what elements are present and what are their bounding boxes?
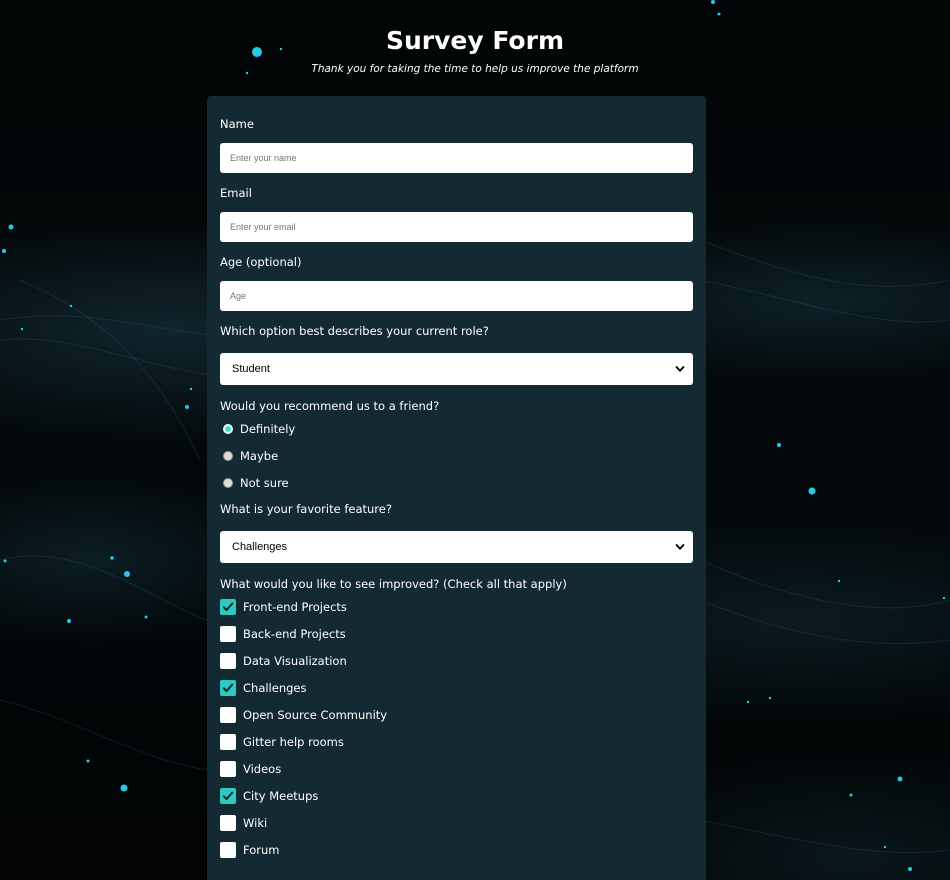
checkbox-checked[interactable] [220,680,236,696]
checkbox-option[interactable]: Back-end Projects [220,622,693,646]
checkbox-label: Data Visualization [243,654,347,668]
radio-option-maybe[interactable]: Maybe [220,444,693,468]
checkbox-label: Back-end Projects [243,627,346,641]
checkbox-option[interactable]: Wiki [220,811,693,835]
radio-option-not-sure[interactable]: Not sure [220,471,693,495]
radio-label-not-sure: Not sure [240,476,289,490]
checkbox-option[interactable]: Data Visualization [220,649,693,673]
checkbox-unchecked[interactable] [220,734,236,750]
checkbox-label: City Meetups [243,789,319,803]
checkmark-icon [222,791,234,800]
checkbox-label: Challenges [243,681,307,695]
feature-select-value: Challenges [232,541,288,553]
name-label: Name [220,117,254,131]
page: Survey Form Thank you for taking the tim… [0,0,950,880]
page-title: Survey Form [385,26,564,55]
checkmark-icon [222,602,234,611]
checkbox-option[interactable]: Front-end Projects [220,595,693,619]
feature-label: What is your favorite feature? [220,502,392,516]
age-input[interactable] [220,281,693,311]
checkbox-unchecked[interactable] [220,653,236,669]
role-label: Which option best describes your current… [220,324,489,338]
checkbox-unchecked[interactable] [220,626,236,642]
recommend-label: Would you recommend us to a friend? [220,399,440,413]
checkbox-label: Wiki [243,816,268,830]
checkbox-unchecked[interactable] [220,707,236,723]
checkbox-option[interactable]: Open Source Community [220,703,693,727]
improve-label: What would you like to see improved? (Ch… [220,577,567,591]
radio-option-definitely[interactable]: Definitely [220,417,693,441]
radio-button-not-sure[interactable] [223,478,233,488]
checkbox-checked[interactable] [220,788,236,804]
checkbox-option[interactable]: Forum [220,838,693,862]
radio-button-maybe[interactable] [223,451,233,461]
chevron-down-icon [675,366,685,372]
role-select-value: Student [232,363,270,375]
radio-label-definitely: Definitely [240,422,296,436]
feature-select[interactable]: Challenges [220,531,693,563]
checkmark-icon [222,683,234,692]
improve-checkbox-list: Front-end Projects Back-end Projects Data … [220,595,693,862]
checkbox-unchecked[interactable] [220,761,236,777]
survey-form: Name Email Age (optional) Which option b… [207,96,706,880]
page-subtitle: Thank you for taking the time to help us… [311,63,639,75]
name-input[interactable] [220,143,693,173]
chevron-down-icon [675,544,685,550]
checkbox-option[interactable]: Videos [220,757,693,781]
checkbox-option[interactable]: Challenges [220,676,693,700]
checkbox-label: Front-end Projects [243,600,347,614]
role-select[interactable]: Student [220,353,693,385]
checkbox-option[interactable]: City Meetups [220,784,693,808]
checkbox-label: Open Source Community [243,708,388,722]
radio-button-definitely[interactable] [223,424,233,434]
email-input[interactable] [220,212,693,242]
age-label: Age (optional) [220,255,302,269]
checkbox-unchecked[interactable] [220,815,236,831]
checkbox-checked[interactable] [220,599,236,615]
checkbox-option[interactable]: Gitter help rooms [220,730,693,754]
checkbox-unchecked[interactable] [220,842,236,858]
checkbox-label: Gitter help rooms [243,735,344,749]
checkbox-label: Videos [243,762,282,776]
email-label: Email [220,186,252,200]
checkbox-label: Forum [243,843,280,857]
radio-label-maybe: Maybe [240,449,279,463]
